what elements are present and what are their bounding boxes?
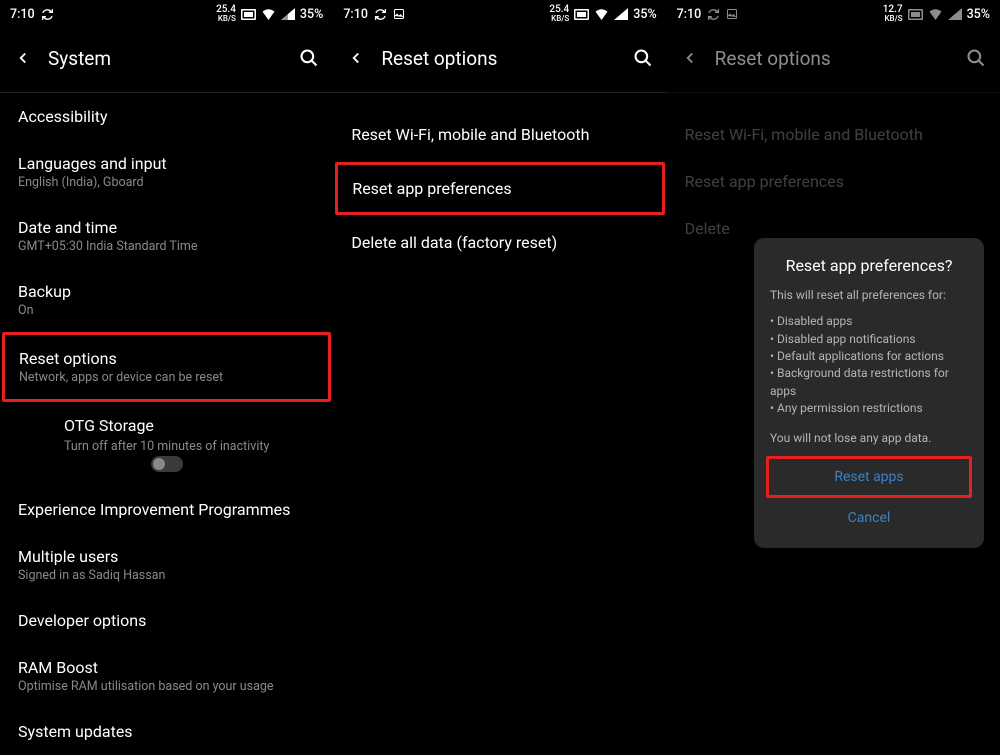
item-accessibility[interactable]: Accessibility [4, 93, 329, 140]
volte-icon [908, 9, 923, 20]
wifi-icon [261, 8, 276, 20]
status-time: 7:10 [10, 7, 35, 22]
search-icon[interactable] [966, 48, 986, 68]
screen-system: 7:10 25.4KB/S 35% System Accessibility L… [0, 0, 333, 741]
header: Reset options [333, 28, 666, 88]
status-bar: 7:10 25.4KB/S 35% [333, 0, 666, 28]
wifi-icon [928, 8, 943, 20]
bullet: Any permission restrictions [770, 400, 968, 417]
item-date-time[interactable]: Date and time GMT+05:30 India Standard T… [4, 204, 329, 268]
wifi-icon [594, 8, 609, 20]
bullet: Default applications for actions [770, 348, 968, 365]
page-title: Reset options [381, 47, 616, 70]
page-title: System [48, 47, 283, 70]
item-experience[interactable]: Experience Improvement Programmes [4, 486, 329, 533]
reset-apps-button[interactable]: Reset apps [766, 456, 972, 498]
signal-icon [614, 8, 628, 20]
screen-reset-options: 7:10 25.4KB/S 35% Reset options Reset Wi… [333, 0, 666, 741]
cancel-button[interactable]: Cancel [770, 500, 968, 536]
dialog-title: Reset app preferences? [770, 256, 968, 275]
screen-reset-dialog: 7:10 12.7KB/S 35% Reset options Reset Wi… [667, 0, 1000, 741]
status-time: 7:10 [677, 7, 702, 22]
back-icon[interactable] [14, 49, 32, 67]
settings-list: Accessibility Languages and input Englis… [0, 93, 333, 755]
status-battery: 35% [967, 7, 990, 22]
item-reset-app-prefs[interactable]: Reset app preferences [335, 162, 664, 215]
volte-icon [574, 9, 589, 20]
status-kbps: 25.4KB/S [216, 5, 236, 23]
header: System [0, 28, 333, 88]
item-otg-storage[interactable]: OTG Storage Turn off after 10 minutes of… [4, 402, 329, 486]
item-multiple-users[interactable]: Multiple users Signed in as Sadiq Hassan [4, 533, 329, 597]
reset-prefs-dialog: Reset app preferences? This will reset a… [754, 238, 984, 548]
item-reset-options[interactable]: Reset options Network, apps or device ca… [2, 332, 331, 402]
bullet: Disabled apps [770, 313, 968, 330]
sync-icon [374, 8, 387, 21]
status-kbps: 12.7KB/S [883, 5, 903, 23]
dialog-note: You will not lose any app data. [770, 430, 968, 446]
item-ram-boost[interactable]: RAM Boost Optimise RAM utilisation based… [4, 644, 329, 708]
item-developer-options[interactable]: Developer options [4, 597, 329, 644]
bullet: Disabled app notifications [770, 331, 968, 348]
volte-icon [241, 9, 256, 20]
screenshot-icon [726, 8, 738, 20]
item-backup[interactable]: Backup On [4, 268, 329, 332]
item-reset-app-prefs[interactable]: Reset app preferences [671, 158, 996, 205]
dialog-intro: This will reset all preferences for: [770, 287, 968, 303]
back-icon[interactable] [681, 49, 699, 67]
search-icon[interactable] [633, 48, 653, 68]
status-time: 7:10 [343, 7, 368, 22]
bullet: Background data restrictions for apps [770, 365, 968, 400]
sync-icon [41, 8, 54, 21]
sync-icon [707, 8, 720, 21]
otg-toggle[interactable] [151, 456, 183, 472]
status-kbps: 25.4KB/S [549, 5, 569, 23]
item-reset-wifi[interactable]: Reset Wi-Fi, mobile and Bluetooth [337, 111, 662, 158]
back-icon[interactable] [347, 49, 365, 67]
status-battery: 35% [300, 7, 323, 22]
status-bar: 7:10 25.4KB/S 35% [0, 0, 333, 28]
item-reset-wifi[interactable]: Reset Wi-Fi, mobile and Bluetooth [671, 111, 996, 158]
item-system-updates[interactable]: System updates [4, 708, 329, 755]
dialog-bullets: Disabled apps Disabled app notifications… [770, 313, 968, 417]
status-bar: 7:10 12.7KB/S 35% [667, 0, 1000, 28]
signal-icon [281, 8, 295, 20]
status-battery: 35% [633, 7, 656, 22]
search-icon[interactable] [299, 48, 319, 68]
item-factory-reset[interactable]: Delete all data (factory reset) [337, 219, 662, 266]
item-languages[interactable]: Languages and input English (India), Gbo… [4, 140, 329, 204]
page-title: Reset options [715, 47, 950, 70]
reset-list: Reset Wi-Fi, mobile and Bluetooth Reset … [667, 93, 1000, 252]
header: Reset options [667, 28, 1000, 88]
reset-list: Reset Wi-Fi, mobile and Bluetooth Reset … [333, 93, 666, 266]
signal-icon [948, 8, 962, 20]
screenshot-icon [393, 8, 405, 20]
